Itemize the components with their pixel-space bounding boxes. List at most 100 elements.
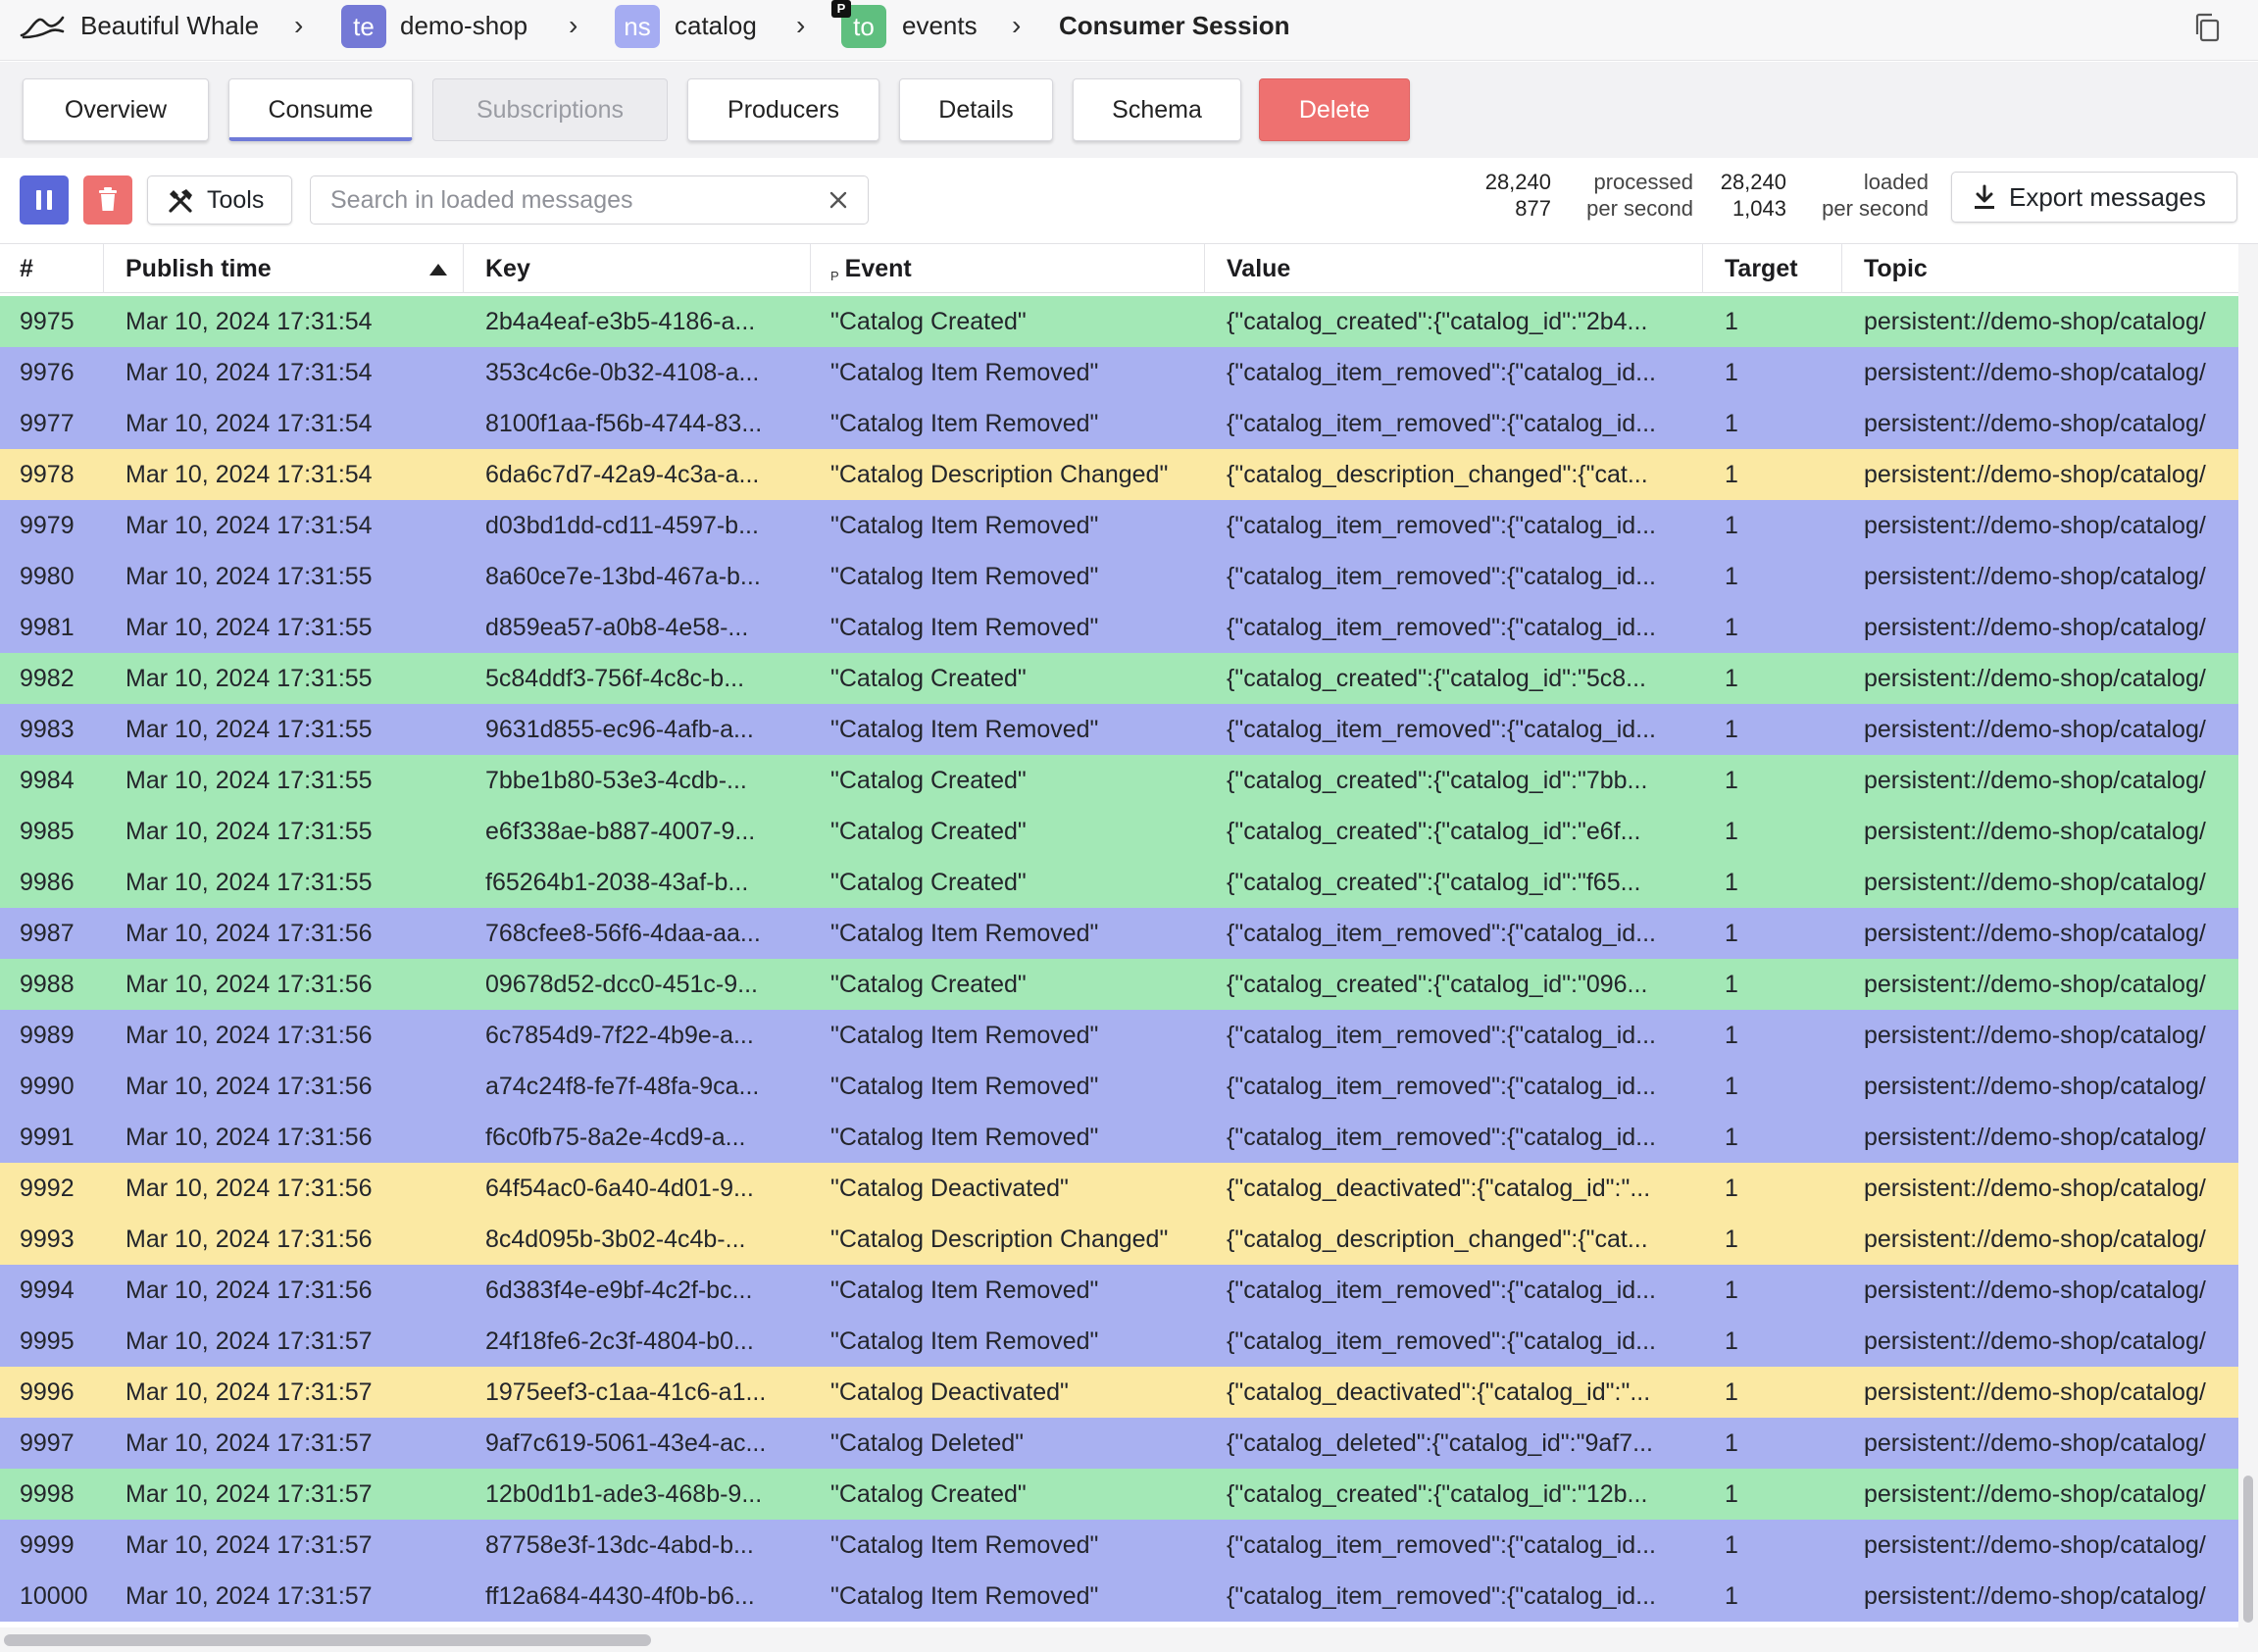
table-row[interactable]: 9977 Mar 10, 2024 17:31:54 8100f1aa-f56b-4… — [0, 398, 2238, 449]
cell-key: d859ea57-a0b8-4e58-... — [485, 614, 749, 641]
cell-number: 9975 — [20, 308, 75, 335]
table-row[interactable]: 9988 Mar 10, 2024 17:31:56 09678d52-dcc0-4… — [0, 959, 2238, 1010]
table-row[interactable]: 9983 Mar 10, 2024 17:31:55 9631d855-ec96-4… — [0, 704, 2238, 755]
cell-number: 9993 — [20, 1226, 75, 1253]
persistent-flag: P — [831, 0, 851, 18]
cell-event: "Catalog Item Removed" — [830, 1124, 1099, 1151]
cell-event: "Catalog Created" — [830, 308, 1027, 335]
breadcrumb: Beautiful Whale › te demo-shop › ns cata… — [0, 0, 2258, 61]
delete-button[interactable]: Delete — [1259, 78, 1410, 141]
cell-target: 1 — [1725, 359, 1738, 386]
cell-key: 353c4c6e-0b32-4108-a... — [485, 359, 760, 386]
table-row[interactable]: 9994 Mar 10, 2024 17:31:56 6d383f4e-e9bf-4… — [0, 1265, 2238, 1316]
tab-subscriptions[interactable]: Subscriptions — [432, 78, 668, 141]
cell-publish-time: Mar 10, 2024 17:31:57 — [125, 1378, 373, 1406]
vertical-scrollbar[interactable] — [2238, 244, 2258, 1627]
table-row[interactable]: 9991 Mar 10, 2024 17:31:56 f6c0fb75-8a2e-4… — [0, 1112, 2238, 1163]
cell-publish-time: Mar 10, 2024 17:31:54 — [125, 461, 373, 488]
column-header-topic[interactable]: Topic — [1842, 244, 2238, 293]
column-header-number[interactable]: # — [0, 244, 104, 293]
cell-number: 9983 — [20, 716, 75, 743]
vertical-scrollbar-thumb[interactable] — [2243, 1476, 2253, 1623]
tab-details[interactable]: Details — [899, 78, 1053, 141]
table-row[interactable]: 9979 Mar 10, 2024 17:31:54 d03bd1dd-cd11-4… — [0, 500, 2238, 551]
tools-button[interactable]: Tools — [147, 175, 292, 225]
processed-total: 28,240 — [1484, 170, 1551, 194]
cell-key: 64f54ac0-6a40-4d01-9... — [485, 1175, 754, 1202]
cell-number: 9997 — [20, 1429, 75, 1457]
table-row[interactable]: 10000 Mar 10, 2024 17:31:57 ff12a684-4430-… — [0, 1571, 2238, 1622]
cell-topic: persistent://demo-shop/catalog/ — [1864, 1327, 2206, 1355]
pause-button[interactable] — [20, 175, 69, 225]
table-row[interactable]: 9990 Mar 10, 2024 17:31:56 a74c24f8-fe7f-4… — [0, 1061, 2238, 1112]
cell-target: 1 — [1725, 767, 1738, 794]
table-row[interactable]: 9980 Mar 10, 2024 17:31:55 8a60ce7e-13bd-4… — [0, 551, 2238, 602]
cell-publish-time: Mar 10, 2024 17:31:55 — [125, 563, 373, 590]
table-row[interactable]: 9992 Mar 10, 2024 17:31:56 64f54ac0-6a40-4… — [0, 1163, 2238, 1214]
cell-value: {"catalog_deactivated":{"catalog_id":"..… — [1227, 1175, 1651, 1202]
cell-value: {"catalog_item_removed":{"catalog_id... — [1227, 1327, 1657, 1355]
table-row[interactable]: 9985 Mar 10, 2024 17:31:55 e6f338ae-b887-4… — [0, 806, 2238, 857]
table-row[interactable]: 9982 Mar 10, 2024 17:31:55 5c84ddf3-756f-4… — [0, 653, 2238, 704]
processed-rate-label: per second — [1586, 196, 1693, 221]
cell-key: 5c84ddf3-756f-4c8c-b... — [485, 665, 745, 692]
copy-icon[interactable] — [2192, 12, 2222, 43]
cell-value: {"catalog_item_removed":{"catalog_id... — [1227, 920, 1657, 947]
breadcrumb-tenant[interactable]: demo-shop — [400, 10, 527, 41]
cell-number: 9984 — [20, 767, 75, 794]
column-header-value[interactable]: Value — [1205, 244, 1703, 293]
table-row[interactable]: 9984 Mar 10, 2024 17:31:55 7bbe1b80-53e3-4… — [0, 755, 2238, 806]
table-row[interactable]: 9997 Mar 10, 2024 17:31:57 9af7c619-5061-4… — [0, 1418, 2238, 1469]
cell-event: "Catalog Created" — [830, 1480, 1027, 1508]
clear-messages-button[interactable] — [83, 175, 132, 225]
table-row[interactable]: 9999 Mar 10, 2024 17:31:57 87758e3f-13dc-4… — [0, 1520, 2238, 1571]
export-messages-button[interactable]: Export messages — [1951, 172, 2237, 223]
cell-event: "Catalog Item Removed" — [830, 1327, 1099, 1355]
table-row[interactable]: 9986 Mar 10, 2024 17:31:55 f65264b1-2038-4… — [0, 857, 2238, 908]
tenant-badge: te — [341, 5, 386, 48]
table-row[interactable]: 9975 Mar 10, 2024 17:31:54 2b4a4eaf-e3b5-4… — [0, 296, 2238, 347]
cell-event: "Catalog Created" — [830, 818, 1027, 845]
table-row[interactable]: 9981 Mar 10, 2024 17:31:55 d859ea57-a0b8-4… — [0, 602, 2238, 653]
cell-event: "Catalog Created" — [830, 971, 1027, 998]
table-row[interactable]: 9998 Mar 10, 2024 17:31:57 12b0d1b1-ade3-4… — [0, 1469, 2238, 1520]
column-header-target[interactable]: Target — [1703, 244, 1842, 293]
search-input[interactable] — [310, 175, 869, 225]
cell-event: "Catalog Item Removed" — [830, 512, 1099, 539]
breadcrumb-instance[interactable]: Beautiful Whale — [80, 10, 259, 41]
cell-publish-time: Mar 10, 2024 17:31:54 — [125, 512, 373, 539]
cell-target: 1 — [1725, 308, 1738, 335]
close-icon[interactable] — [826, 187, 851, 213]
cell-event: "Catalog Created" — [830, 869, 1027, 896]
tab-consume[interactable]: Consume — [228, 78, 413, 141]
tools-label: Tools — [207, 186, 265, 214]
cell-value: {"catalog_created":{"catalog_id":"5c8... — [1227, 665, 1646, 692]
table-row[interactable]: 9978 Mar 10, 2024 17:31:54 6da6c7d7-42a9-4… — [0, 449, 2238, 500]
tab-producers[interactable]: Producers — [687, 78, 879, 141]
breadcrumb-topic[interactable]: events — [902, 10, 978, 41]
column-header-publish-time[interactable]: Publish time — [104, 244, 464, 293]
table-row[interactable]: 9995 Mar 10, 2024 17:31:57 24f18fe6-2c3f-4… — [0, 1316, 2238, 1367]
processed-label: processed — [1593, 170, 1693, 194]
cell-event: "Catalog Item Removed" — [830, 920, 1099, 947]
cell-key: 9af7c619-5061-43e4-ac... — [485, 1429, 767, 1457]
column-header-key[interactable]: Key — [464, 244, 811, 293]
tab-overview[interactable]: Overview — [23, 78, 209, 141]
table-row[interactable]: 9996 Mar 10, 2024 17:31:57 1975eef3-c1aa-4… — [0, 1367, 2238, 1418]
table-row[interactable]: 9993 Mar 10, 2024 17:31:56 8c4d095b-3b02-4… — [0, 1214, 2238, 1265]
horizontal-scrollbar-thumb[interactable] — [4, 1634, 651, 1646]
cell-value: {"catalog_created":{"catalog_id":"e6f... — [1227, 818, 1641, 845]
cell-key: 6d383f4e-e9bf-4c2f-bc... — [485, 1277, 753, 1304]
cell-value: {"catalog_item_removed":{"catalog_id... — [1227, 716, 1657, 743]
horizontal-scrollbar[interactable] — [0, 1627, 2258, 1652]
export-messages-label: Export messages — [2009, 182, 2206, 212]
cell-number: 9989 — [20, 1022, 75, 1049]
table-row[interactable]: 9989 Mar 10, 2024 17:31:56 6c7854d9-7f22-4… — [0, 1010, 2238, 1061]
breadcrumb-namespace[interactable]: catalog — [675, 10, 757, 41]
tab-schema[interactable]: Schema — [1073, 78, 1241, 141]
column-header-event[interactable]: P Event — [811, 244, 1205, 293]
table-row[interactable]: 9976 Mar 10, 2024 17:31:54 353c4c6e-0b32-4… — [0, 347, 2238, 398]
cell-publish-time: Mar 10, 2024 17:31:57 — [125, 1582, 373, 1610]
table-row[interactable]: 9987 Mar 10, 2024 17:31:56 768cfee8-56f6-4… — [0, 908, 2238, 959]
cell-target: 1 — [1725, 461, 1738, 488]
